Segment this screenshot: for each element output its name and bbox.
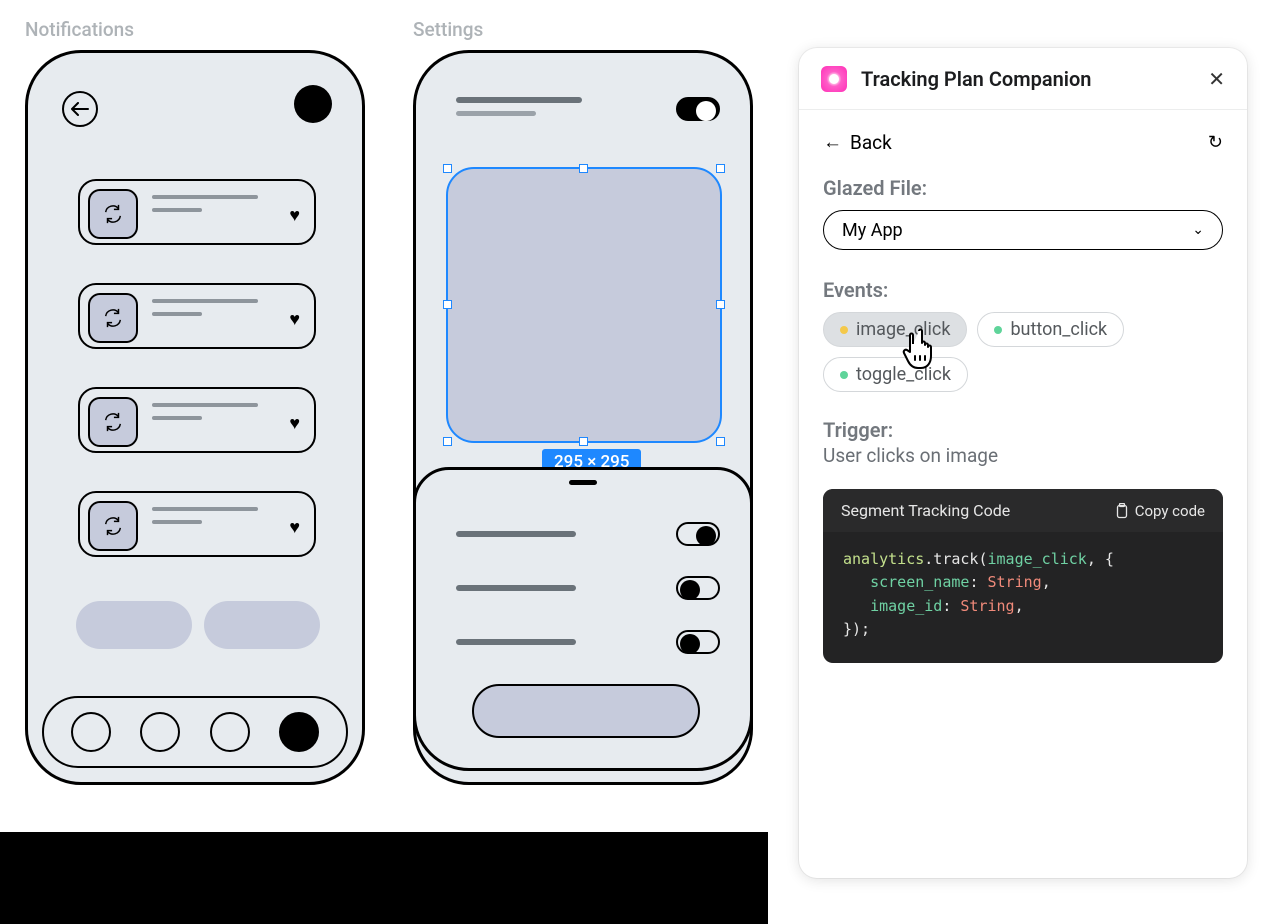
- panel-title: Tracking Plan Companion: [861, 67, 1208, 91]
- tab-item-active[interactable]: [279, 712, 319, 752]
- avatar[interactable]: [294, 85, 332, 123]
- resize-handle[interactable]: [716, 437, 725, 446]
- refresh-icon: [88, 293, 138, 343]
- notification-item[interactable]: ♥: [78, 387, 316, 453]
- clipboard-icon: [1115, 503, 1129, 519]
- main-toggle[interactable]: [676, 97, 720, 121]
- notification-item[interactable]: ♥: [78, 179, 316, 245]
- settings-row: [456, 522, 720, 546]
- copy-code-label: Copy code: [1135, 502, 1205, 520]
- panel-header: Tracking Plan Companion ✕: [799, 48, 1247, 110]
- heart-icon[interactable]: ♥: [289, 517, 300, 538]
- close-icon[interactable]: ✕: [1208, 67, 1225, 91]
- refresh-icon[interactable]: ↻: [1208, 132, 1223, 153]
- header-subline: [456, 111, 536, 116]
- resize-handle[interactable]: [579, 164, 588, 173]
- row-toggle[interactable]: [676, 576, 720, 600]
- header-line: [456, 97, 582, 103]
- action-pill[interactable]: [76, 601, 192, 649]
- status-dot-icon: [840, 371, 848, 379]
- row-toggle[interactable]: [676, 630, 720, 654]
- resize-handle[interactable]: [443, 437, 452, 446]
- back-button[interactable]: ← Back: [823, 130, 892, 154]
- file-select-value: My App: [842, 220, 903, 241]
- resize-handle[interactable]: [443, 300, 452, 309]
- drag-handle[interactable]: [569, 480, 597, 485]
- phone-notifications: ♥ ♥ ♥ ♥: [25, 50, 365, 785]
- heart-icon[interactable]: ♥: [289, 205, 300, 226]
- tab-item[interactable]: [71, 712, 111, 752]
- refresh-icon: [88, 501, 138, 551]
- bottom-black-bar: [0, 832, 768, 924]
- event-chip-image_click[interactable]: image_click: [823, 312, 967, 347]
- row-toggle[interactable]: [676, 522, 720, 546]
- resize-handle[interactable]: [716, 300, 725, 309]
- event-chip-label: toggle_click: [856, 364, 951, 385]
- phone-settings: 295 × 295: [413, 50, 753, 785]
- tab-item[interactable]: [210, 712, 250, 752]
- back-arrow-icon: ←: [823, 130, 842, 154]
- back-label: Back: [850, 131, 892, 154]
- chevron-down-icon: ⌄: [1192, 222, 1204, 238]
- bottom-sheet: [413, 467, 753, 771]
- settings-row: [456, 630, 720, 654]
- notification-item[interactable]: ♥: [78, 283, 316, 349]
- tab-bar: [42, 696, 348, 768]
- status-dot-icon: [994, 326, 1002, 334]
- settings-row: [456, 576, 720, 600]
- events-label: Events:: [823, 278, 1223, 302]
- action-pill[interactable]: [204, 601, 320, 649]
- resize-handle[interactable]: [579, 437, 588, 446]
- copy-code-button[interactable]: Copy code: [1115, 502, 1205, 520]
- event-chip-label: button_click: [1010, 319, 1107, 340]
- companion-panel: Tracking Plan Companion ✕ ← Back ↻ Glaze…: [799, 48, 1247, 878]
- event-chip-label: image_click: [856, 319, 950, 340]
- resize-handle[interactable]: [716, 164, 725, 173]
- file-label: Glazed File:: [823, 176, 1223, 200]
- notification-item[interactable]: ♥: [78, 491, 316, 557]
- back-icon[interactable]: [62, 91, 98, 127]
- trigger-text: User clicks on image: [823, 444, 1223, 467]
- refresh-icon: [88, 189, 138, 239]
- trigger-label: Trigger:: [823, 418, 1223, 442]
- glazed-logo-icon: [821, 66, 847, 92]
- event-chip-toggle_click[interactable]: toggle_click: [823, 357, 968, 392]
- settings-label: Settings: [413, 18, 483, 41]
- refresh-icon: [88, 397, 138, 447]
- notifications-label: Notifications: [25, 18, 134, 41]
- selected-image[interactable]: [446, 167, 722, 443]
- status-dot-icon: [840, 326, 848, 334]
- primary-button[interactable]: [472, 684, 700, 738]
- code-box: Segment Tracking Code Copy code analytic…: [823, 489, 1223, 663]
- resize-handle[interactable]: [443, 164, 452, 173]
- heart-icon[interactable]: ♥: [289, 309, 300, 330]
- events-chips: image_click button_click toggle_click: [823, 312, 1223, 392]
- event-chip-button_click[interactable]: button_click: [977, 312, 1124, 347]
- code-title: Segment Tracking Code: [841, 501, 1010, 520]
- code-body: analytics.track(image_click, { screen_na…: [823, 532, 1223, 663]
- heart-icon[interactable]: ♥: [289, 413, 300, 434]
- tab-item[interactable]: [140, 712, 180, 752]
- file-select[interactable]: My App ⌄: [823, 210, 1223, 250]
